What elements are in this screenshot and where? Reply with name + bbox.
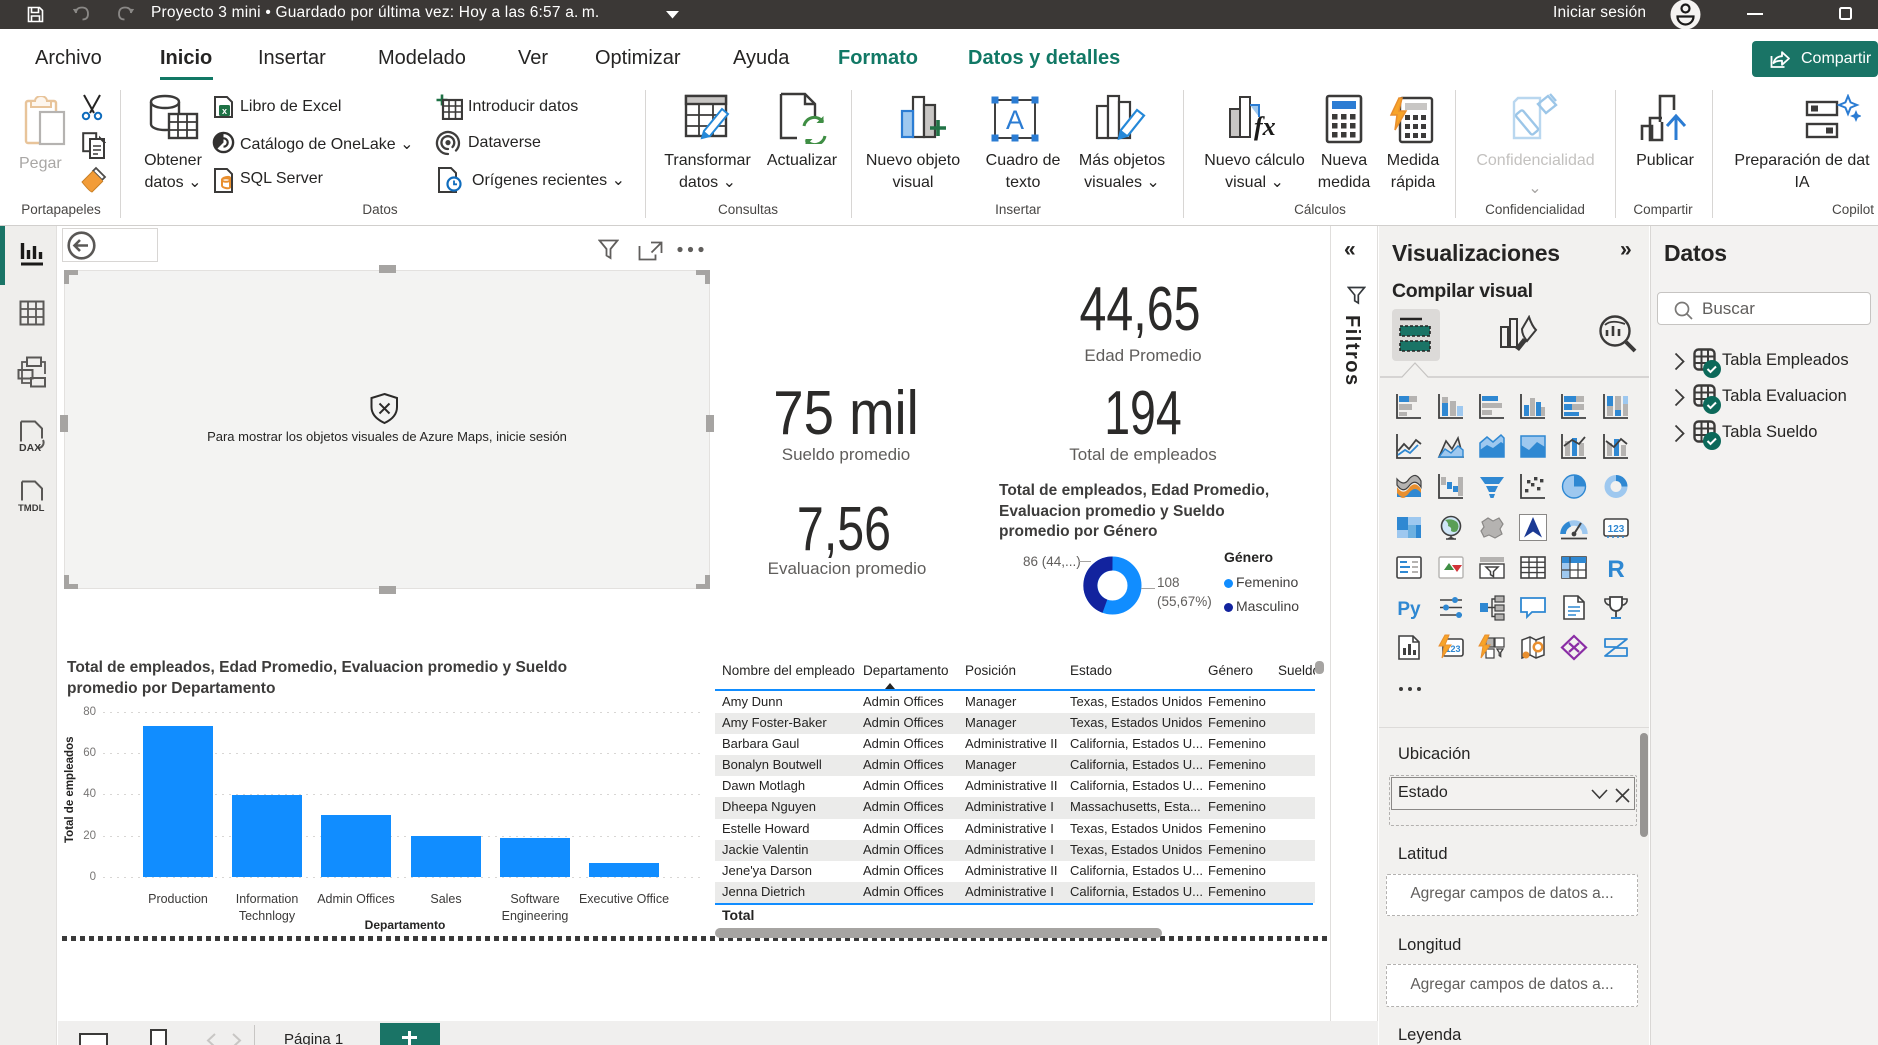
svg-text:R: R	[1607, 556, 1624, 581]
svg-text:DAX: DAX	[19, 442, 41, 453]
svg-text:TMDL: TMDL	[18, 503, 45, 513]
svg-text:123: 123	[1608, 524, 1625, 535]
svg-text:x: x	[222, 106, 227, 116]
svg-text:Py: Py	[1397, 599, 1421, 620]
svg-text:A: A	[1006, 105, 1024, 135]
svg-text:fx: fx	[1254, 112, 1276, 141]
